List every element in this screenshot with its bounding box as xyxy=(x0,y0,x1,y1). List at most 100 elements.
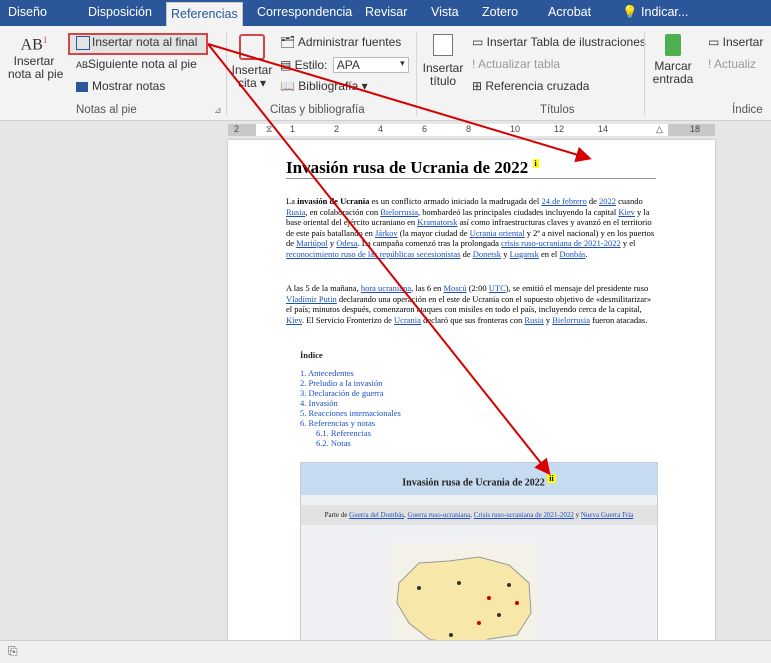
horizontal-ruler[interactable]: 2 ⧖ 1 2 4 6 8 10 12 14 △ 18 xyxy=(228,124,715,136)
bibliography-button[interactable]: 📖 Bibliografía ▾ xyxy=(280,79,368,93)
next-footnote-label: Siguiente nota al pie xyxy=(88,57,197,71)
update-table-button[interactable]: ! Actualizar tabla xyxy=(472,57,560,71)
insert-footnote-line2: nota al pie xyxy=(8,67,64,82)
link[interactable]: Rusia xyxy=(286,207,305,217)
update-table-label: Actualizar tabla xyxy=(478,57,561,71)
ruler-tick: 10 xyxy=(510,124,521,134)
tab-diseno[interactable]: Diseño xyxy=(8,0,47,26)
link[interactable]: Ucrania oriental xyxy=(470,228,525,238)
link[interactable]: Guerra ruso-ucraniana xyxy=(407,511,470,519)
table-of-contents: Índice 1. Antecedentes 2. Preludio a la … xyxy=(300,350,401,448)
ruler-margin-left xyxy=(228,124,256,136)
tab-zotero[interactable]: Zotero xyxy=(482,0,518,26)
footnotes-dialog-launcher-icon[interactable]: ⊿ xyxy=(214,105,222,116)
link[interactable]: Nueva Guerra Fría xyxy=(581,511,633,519)
link[interactable]: Ucrania xyxy=(394,315,421,325)
ruler-right-indent-icon[interactable]: △ xyxy=(656,124,663,135)
link[interactable]: Donetsk xyxy=(473,249,501,259)
cross-reference-label: Referencia cruzada xyxy=(485,79,590,93)
show-notes-icon xyxy=(76,81,88,92)
toc-item[interactable]: 6.1. Referencias xyxy=(300,428,401,438)
ruler-indent-marker-icon[interactable]: ⧖ xyxy=(266,124,272,135)
link[interactable]: Moscú xyxy=(443,283,466,293)
insert-table-figures-button[interactable]: ▭ Insertar Tabla de ilustraciones xyxy=(472,35,646,49)
infobox-subtitle: Parte de Guerra del Dombás, Guerra ruso-… xyxy=(301,505,657,525)
insert-table-figures-label: Insertar Tabla de ilustraciones xyxy=(486,35,646,49)
link[interactable]: Kiev xyxy=(286,315,302,325)
manage-sources-icon: 🗂 xyxy=(280,35,298,49)
doc-title: Invasión rusa de Ucrania de 2022 i xyxy=(286,158,539,177)
focus-mode-icon[interactable]: ⎘ xyxy=(8,644,18,659)
link[interactable]: Odesa xyxy=(336,238,357,248)
style-dropdown[interactable]: APA ▾ xyxy=(332,57,409,73)
ruler-tick: 2 xyxy=(334,124,340,134)
link[interactable]: crisis ruso-ucraniana de 2021-2022 xyxy=(501,238,621,248)
link[interactable]: Bielorrusia xyxy=(552,315,590,325)
mark-entry-button[interactable]: Marcar entrada xyxy=(648,34,698,86)
insert-index-button[interactable]: ▭ Insertar xyxy=(708,35,763,49)
toc-item[interactable]: 6.2. Notas xyxy=(300,438,401,448)
toc-item[interactable]: 5. Reacciones internacionales xyxy=(300,408,401,418)
toc-title: Índice xyxy=(300,350,323,360)
link[interactable]: Vladímir Putin xyxy=(286,294,337,304)
link[interactable]: Kramatorsk xyxy=(417,217,457,227)
infobox: Invasión rusa de Ucrania de 2022 ii Part… xyxy=(300,462,658,662)
toc-item[interactable]: 4. Invasión xyxy=(300,398,401,408)
next-footnote-button[interactable]: AB̶Siguiente nota al pie xyxy=(76,57,197,71)
tab-revisar[interactable]: Revisar xyxy=(365,0,407,26)
style-selector[interactable]: ▤ Estilo: APA ▾ xyxy=(280,57,409,73)
tab-correspondencia[interactable]: Correspondencia xyxy=(257,0,352,26)
endnote-mark[interactable]: ii xyxy=(547,474,556,483)
manage-sources-button[interactable]: 🗂 Administrar fuentes xyxy=(280,35,401,49)
tab-referencias[interactable]: Referencias xyxy=(166,2,243,27)
link[interactable]: Lugansk xyxy=(510,249,539,259)
footnote-icon: AB1 xyxy=(20,35,48,54)
endnote-mark[interactable]: i xyxy=(532,159,539,169)
table-figures-icon: ▭ xyxy=(472,35,487,49)
document-page[interactable]: Invasión rusa de Ucrania de 2022 i La in… xyxy=(228,140,715,662)
link[interactable]: 2022 xyxy=(599,196,616,206)
insert-caption-button[interactable]: Insertar título xyxy=(420,34,466,88)
link[interactable]: Mariúpol xyxy=(296,238,328,248)
ruler-tick: 6 xyxy=(422,124,428,134)
tell-me-box[interactable]: 💡 Indicar... xyxy=(622,0,688,26)
toc-item[interactable]: 1. Antecedentes xyxy=(300,368,401,378)
ruler-tick: 4 xyxy=(378,124,384,134)
insert-endnote-button-highlighted[interactable]: Insertar nota al final xyxy=(76,35,197,50)
link[interactable]: Járkov xyxy=(375,228,398,238)
ruler-tick: 18 xyxy=(690,124,701,134)
mark-entry-icon xyxy=(665,34,681,56)
cross-reference-button[interactable]: ⊞ Referencia cruzada xyxy=(472,79,589,93)
link[interactable]: Guerra del Dombás xyxy=(349,511,404,519)
ruler-tick: 14 xyxy=(598,124,609,134)
link[interactable]: Bielorrusia xyxy=(380,207,418,217)
ruler-tick: 12 xyxy=(554,124,565,134)
toc-item[interactable]: 2. Preludio a la invasión xyxy=(300,378,401,388)
link[interactable]: 24 de febrero xyxy=(541,196,586,206)
link[interactable]: reconocimiento ruso de las repúblicas se… xyxy=(286,249,460,259)
insert-citation-button[interactable]: Insertar cita ▾ xyxy=(230,34,274,90)
link[interactable]: Donbás xyxy=(559,249,585,259)
insert-endnote-label: Insertar nota al final xyxy=(92,35,198,49)
update-index-button[interactable]: ! Actualiz xyxy=(708,57,756,71)
group-label-footnotes: Notas al pie xyxy=(76,104,137,116)
bibliography-icon: 📖 xyxy=(280,79,299,93)
toc-item[interactable]: 3. Declaración de guerra xyxy=(300,388,401,398)
link[interactable]: Crisis ruso-ucraniana de 2021-2022 xyxy=(474,511,574,519)
endnote-icon xyxy=(76,35,90,50)
tab-acrobat[interactable]: Acrobat xyxy=(548,0,591,26)
citation-icon xyxy=(239,34,265,60)
ribbon-tab-bar: Diseño Disposición Referencias Correspon… xyxy=(0,0,771,27)
link[interactable]: Kiev xyxy=(618,207,635,217)
tab-disposicion[interactable]: Disposición xyxy=(88,0,152,26)
insert-footnote-button[interactable]: AB1 Insertar nota al pie xyxy=(8,34,64,82)
ribbon-separator xyxy=(226,32,227,116)
toc-item[interactable]: 6. Referencias y notas xyxy=(300,418,401,428)
link[interactable]: hora ucraniana xyxy=(361,283,411,293)
next-footnote-icon: AB̶ xyxy=(76,60,89,70)
link[interactable]: UTC xyxy=(489,283,506,293)
show-notes-button[interactable]: Mostrar notas xyxy=(76,79,165,93)
insert-index-label: Insertar xyxy=(722,35,764,49)
tab-vista[interactable]: Vista xyxy=(431,0,459,26)
link[interactable]: Rusia xyxy=(524,315,543,325)
